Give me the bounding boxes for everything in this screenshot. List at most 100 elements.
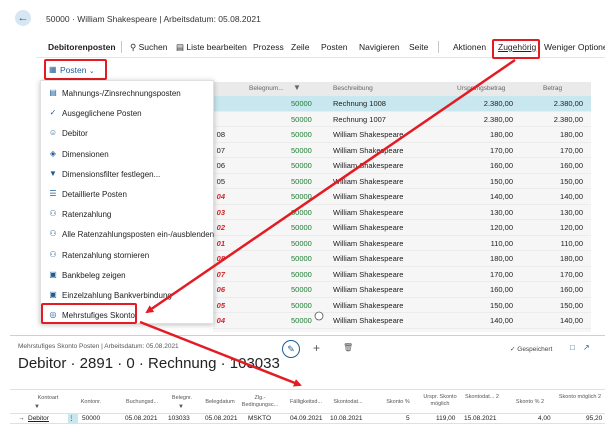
column-header[interactable]: Beschreibung xyxy=(333,85,373,92)
column-header[interactable]: Kontoart xyxy=(28,395,68,402)
cell-urspr-skonto[interactable]: 119,00 xyxy=(436,415,455,422)
cell-faellig[interactable]: 04.09.2021 xyxy=(290,415,323,422)
cell-debitor[interactable]: 50000 xyxy=(291,146,312,155)
fewer-options-button[interactable]: Weniger Optionen xyxy=(544,42,605,52)
back-arrow-icon[interactable]: ← xyxy=(15,10,31,26)
menu-item[interactable]: ▼ Dimensionsfilter festlegen... xyxy=(41,164,213,184)
table-row[interactable]: 50000 William Shakespeare 130,00 130,00 xyxy=(213,205,591,220)
filter-icon[interactable]: ▼ xyxy=(293,83,301,92)
column-header[interactable]: Belegdatum xyxy=(202,399,238,406)
column-header[interactable]: Skonto % xyxy=(380,399,416,406)
cell-debitor[interactable]: 50000 xyxy=(291,115,312,124)
table-row[interactable]: 50000 William Shakespeare 140,00 140,00 xyxy=(213,189,591,205)
column-header[interactable]: Skontodat... xyxy=(328,399,368,406)
add-icon[interactable]: + xyxy=(313,341,320,355)
cell-skontodat[interactable]: 10.08.2021 xyxy=(330,415,363,422)
cell-debitor[interactable]: 50000 xyxy=(291,270,312,279)
table-row[interactable]: 50000 William Shakespeare 180,00 180,00 xyxy=(213,127,591,143)
sort-icon[interactable]: ▼ xyxy=(34,404,40,411)
table-row[interactable]: 50000 William Shakespeare 110,00 110,00 xyxy=(213,236,591,251)
edit-list-button[interactable]: ▤ Liste bearbeiten xyxy=(176,42,247,53)
cell-kontonr[interactable]: 50000 xyxy=(82,415,100,422)
table-row[interactable]: 50000 William Shakespeare 170,00 170,00 xyxy=(213,143,591,158)
tab-prozess[interactable]: Prozess xyxy=(253,42,284,52)
delete-icon[interactable]: 🗑 xyxy=(343,343,353,352)
row-menu-icon[interactable]: ⋮ xyxy=(68,414,78,423)
cell-belegnr[interactable]: 103033 xyxy=(168,415,190,422)
cell-debitor[interactable]: 50000 xyxy=(291,285,312,294)
column-header[interactable]: Fälligkeitsd... xyxy=(286,399,326,406)
menu-item[interactable]: ☺ Debitor xyxy=(41,123,213,143)
menu-item[interactable]: ✓ Ausgeglichene Posten xyxy=(41,103,213,123)
table-row[interactable]: 50000 William Shakespeare 160,00 160,00 xyxy=(213,158,591,174)
table-row[interactable]: 50000 William Shakespeare 170,00 170,00 xyxy=(213,267,591,282)
column-header[interactable]: Skonto möglich 2 xyxy=(555,394,605,401)
cell-amount: 180,00 xyxy=(560,254,583,263)
column-header[interactable]: Zlg.-Bedingungsc... xyxy=(238,395,282,409)
edit-list-label: Liste bearbeiten xyxy=(186,42,247,52)
cell-debitor[interactable]: 50000 xyxy=(291,223,312,232)
table-row[interactable]: 50000 Rechnung 1007 2.380,00 2.380,00 xyxy=(213,112,591,127)
menu-item[interactable]: ▣ Bankbeleg zeigen xyxy=(41,265,213,285)
cell-debitor[interactable]: 50000 xyxy=(291,99,312,108)
cell-debitor[interactable]: 50000 xyxy=(291,161,312,170)
cell-debitor[interactable]: 50000 xyxy=(291,254,312,263)
tab-posten[interactable]: Posten xyxy=(321,42,347,52)
sort-icon[interactable]: ▼ xyxy=(178,404,184,411)
column-header[interactable]: Belegnr. xyxy=(166,395,198,402)
column-header[interactable]: Skontodat... 2 xyxy=(462,394,502,401)
dimensions-icon: ◈ xyxy=(49,148,57,158)
table-row[interactable]: 50000 William Shakespeare 150,00 150,00 xyxy=(213,298,591,313)
cell-belegdatum[interactable]: 05.08.2021 xyxy=(205,415,238,422)
column-header[interactable]: Urspr. Skonto möglich xyxy=(420,394,460,408)
cell-amount: 140,00 xyxy=(560,192,583,201)
cell-debitor[interactable]: 50000 xyxy=(291,192,312,201)
column-header[interactable]: Ursprungsbetrag xyxy=(457,85,505,92)
saved-status: ✓ Gespeichert xyxy=(510,346,553,353)
cell-debitor[interactable]: 50000 xyxy=(291,301,312,310)
column-header[interactable]: Belegnum... xyxy=(249,85,284,92)
cell-skontodat2[interactable]: 15.08.2021 xyxy=(464,415,497,422)
cell-debitor[interactable]: 50000 xyxy=(291,316,312,325)
share-icon[interactable]: ↗ xyxy=(583,343,590,352)
cell-kontoart[interactable]: Debitor xyxy=(28,415,49,422)
menu-item[interactable]: ▤ Mahnungs-/Zinsrechnungsposten xyxy=(41,83,213,103)
tab-navigieren[interactable]: Navigieren xyxy=(359,42,400,52)
column-header[interactable]: Skonto % 2 xyxy=(510,399,550,406)
cell-debitor[interactable]: 50000 xyxy=(291,239,312,248)
table-row[interactable]: 50000 William Shakespeare 160,00 160,00 xyxy=(213,282,591,298)
cell-skonto-moeglich2[interactable]: 95,20 xyxy=(586,415,602,422)
table-row[interactable]: 50000 William Shakespeare 150,00 150,00 xyxy=(213,174,591,189)
edit-pencil-icon[interactable]: ✎ xyxy=(282,340,300,358)
column-header[interactable]: Buchungsd... xyxy=(122,399,162,406)
panel-grid-row[interactable]: → Debitor ⋮ 50000 05.08.2021 103033 05.0… xyxy=(10,413,605,424)
table-row[interactable]: 50000 Rechnung 1008 2.380,00 2.380,00 xyxy=(213,96,591,112)
divider xyxy=(438,41,439,53)
column-header[interactable]: Betrag xyxy=(543,85,562,92)
people-icon: ⚇ xyxy=(49,209,57,219)
cell-debitor[interactable]: 50000 xyxy=(291,177,312,186)
tab-aktionen[interactable]: Aktionen xyxy=(453,42,486,52)
cell-skonto-pct[interactable]: 5 xyxy=(406,415,410,422)
cell-debitor[interactable]: 50000 xyxy=(291,208,312,217)
cell-buchungsdatum[interactable]: 05.08.2021 xyxy=(125,415,158,422)
cell-skonto-pct2[interactable]: 4,00 xyxy=(538,415,551,422)
menu-item[interactable]: ⚇ Ratenzahlung xyxy=(41,204,213,224)
cell-debitor[interactable]: 50000 xyxy=(291,130,312,139)
menu-item[interactable]: ⚇ Alle Ratenzahlungsposten ein-/ausblende… xyxy=(41,224,214,244)
column-header[interactable]: Kontonr. xyxy=(74,399,108,406)
table-row[interactable]: 50000 William Shakespeare 180,00 180,00 xyxy=(213,251,591,267)
menu-item[interactable]: ☰ Detaillierte Posten xyxy=(41,184,213,204)
cell-zlg[interactable]: MSKTO xyxy=(248,415,271,422)
menu-item[interactable]: ⚇ Ratenzahlung stornieren xyxy=(41,245,213,265)
cell-original-amount: 180,00 xyxy=(490,130,513,139)
menu-item[interactable]: ◈ Dimensionen xyxy=(41,144,213,164)
menu-item[interactable]: ▣ Einzelzahlung Bankverbindung xyxy=(41,285,213,305)
table-row[interactable]: 50000 William Shakespeare 120,00 120,00 xyxy=(213,220,591,236)
table-row[interactable]: 50000 William Shakespeare 140,00 140,00 xyxy=(213,313,591,329)
search-button[interactable]: ⚲ Suchen xyxy=(130,42,167,53)
tab-seite[interactable]: Seite xyxy=(409,42,428,52)
document-icon: ▤ xyxy=(49,88,57,97)
tab-zeile[interactable]: Zeile xyxy=(291,42,309,52)
open-new-window-icon[interactable]: □ xyxy=(570,343,575,352)
